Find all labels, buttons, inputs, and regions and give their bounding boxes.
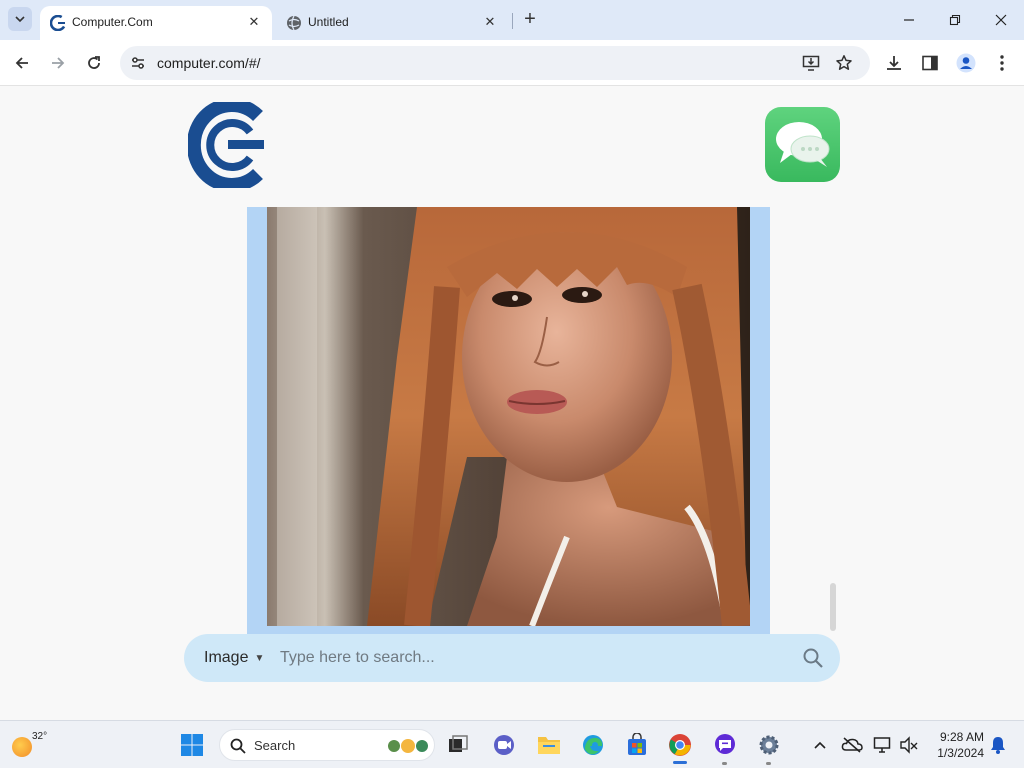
tab-title: Computer.Com [72, 15, 153, 29]
url-text[interactable]: computer.com/#/ [157, 55, 261, 71]
taskbar-search[interactable]: Search [219, 729, 435, 761]
microsoft-store-button[interactable] [621, 729, 653, 761]
notifications-button[interactable] [982, 729, 1014, 761]
weather-temp: 32° [32, 731, 48, 742]
meet-app-button[interactable] [488, 729, 520, 761]
close-window-button[interactable] [989, 8, 1013, 32]
search-icon [230, 738, 246, 754]
more-vertical-icon [1000, 55, 1004, 71]
globe-icon [287, 15, 301, 31]
install-app-button[interactable] [801, 53, 821, 73]
new-tab-button[interactable]: + [520, 9, 540, 30]
bookmark-button[interactable] [834, 53, 854, 73]
close-tab-icon[interactable]: ✕ [482, 14, 498, 30]
gear-icon [759, 735, 779, 755]
volume-button[interactable] [893, 729, 925, 761]
arrow-left-icon [15, 57, 28, 69]
windows-taskbar: 32° Search 9:28 AM 1/3/2024 [0, 720, 1024, 768]
side-panel-icon [922, 55, 938, 71]
tab-computer-com[interactable]: Computer.Com ✕ [40, 6, 272, 40]
edge-icon [583, 735, 603, 755]
show-hidden-icons-button[interactable] [804, 729, 836, 761]
chat-bubbles-icon [775, 121, 829, 167]
profile-avatar-icon [956, 53, 976, 73]
downloads-button[interactable] [882, 51, 906, 75]
speaker-muted-icon [900, 736, 918, 754]
tab-divider [512, 13, 513, 29]
system-clock[interactable]: 9:28 AM 1/3/2024 [924, 729, 984, 761]
tab-strip: Computer.Com ✕ Untitled ✕ + [0, 0, 1024, 40]
restore-icon [949, 14, 961, 26]
chevron-down-icon [15, 16, 25, 23]
caret-down-icon: ▼ [254, 652, 265, 664]
chrome-icon [669, 734, 691, 756]
minimize-button[interactable] [897, 8, 921, 32]
running-indicator [766, 762, 771, 765]
computer-com-favicon-icon [50, 15, 66, 31]
folder-icon [538, 737, 560, 754]
site-info-button[interactable] [128, 53, 148, 73]
clock-date: 1/3/2024 [937, 746, 984, 760]
weather-widget[interactable]: 32° [10, 729, 50, 761]
file-explorer-button[interactable] [533, 729, 565, 761]
portrait-photo[interactable] [267, 207, 750, 626]
reload-icon [88, 56, 100, 69]
page-content: Image ▼ [0, 87, 1024, 719]
edge-browser-button[interactable] [577, 729, 609, 761]
messages-button[interactable] [765, 107, 840, 182]
browser-toolbar: computer.com/#/ [0, 40, 1024, 86]
download-icon [887, 56, 901, 70]
chrome-active-indicator [673, 761, 687, 764]
settings-button[interactable] [753, 729, 785, 761]
store-icon [628, 733, 646, 755]
tune-icon [132, 57, 144, 69]
task-view-button[interactable] [442, 729, 474, 761]
sun-icon [12, 737, 32, 757]
running-indicator [722, 762, 727, 765]
clock-time: 9:28 AM [939, 730, 984, 744]
video-call-icon [494, 735, 514, 755]
chevron-up-icon [814, 741, 826, 749]
tab-search-button[interactable] [8, 7, 32, 31]
cloud-offline-icon [841, 737, 863, 753]
onedrive-button[interactable] [836, 729, 868, 761]
close-icon [995, 14, 1007, 26]
back-button[interactable] [10, 51, 34, 75]
scrollbar-thumb[interactable] [830, 583, 836, 631]
star-icon [836, 55, 852, 70]
monitor-network-icon [873, 737, 891, 753]
close-tab-icon[interactable]: ✕ [246, 14, 262, 30]
browser-menu-button[interactable] [990, 51, 1014, 75]
minimize-icon [904, 19, 914, 21]
search-bar: Image ▼ [184, 634, 840, 682]
search-type-label: Image [204, 649, 249, 666]
arrow-right-icon [52, 57, 65, 69]
search-highlight-icon [388, 739, 428, 753]
task-view-icon [449, 735, 468, 752]
feedback-hub-icon [715, 734, 735, 754]
side-panel-button[interactable] [918, 51, 942, 75]
search-icon[interactable] [802, 647, 824, 669]
restore-button[interactable] [943, 8, 967, 32]
feedback-app-button[interactable] [709, 729, 741, 761]
chrome-button[interactable] [664, 729, 696, 761]
profile-button[interactable] [954, 51, 978, 75]
bell-icon [991, 737, 1005, 754]
start-button[interactable] [176, 729, 208, 761]
address-bar[interactable]: computer.com/#/ [120, 46, 870, 80]
search-input[interactable] [280, 643, 780, 673]
windows-logo-icon [181, 734, 203, 756]
forward-button[interactable] [46, 51, 70, 75]
image-result-frame [247, 207, 770, 634]
install-icon [802, 55, 820, 71]
portrait-image [267, 207, 750, 626]
tab-untitled[interactable]: Untitled ✕ [276, 6, 508, 40]
computer-com-logo[interactable] [188, 102, 266, 188]
reload-button[interactable] [82, 51, 106, 75]
search-type-dropdown[interactable]: Image ▼ [204, 649, 264, 667]
taskbar-search-label: Search [254, 738, 296, 753]
tab-title: Untitled [308, 15, 349, 29]
